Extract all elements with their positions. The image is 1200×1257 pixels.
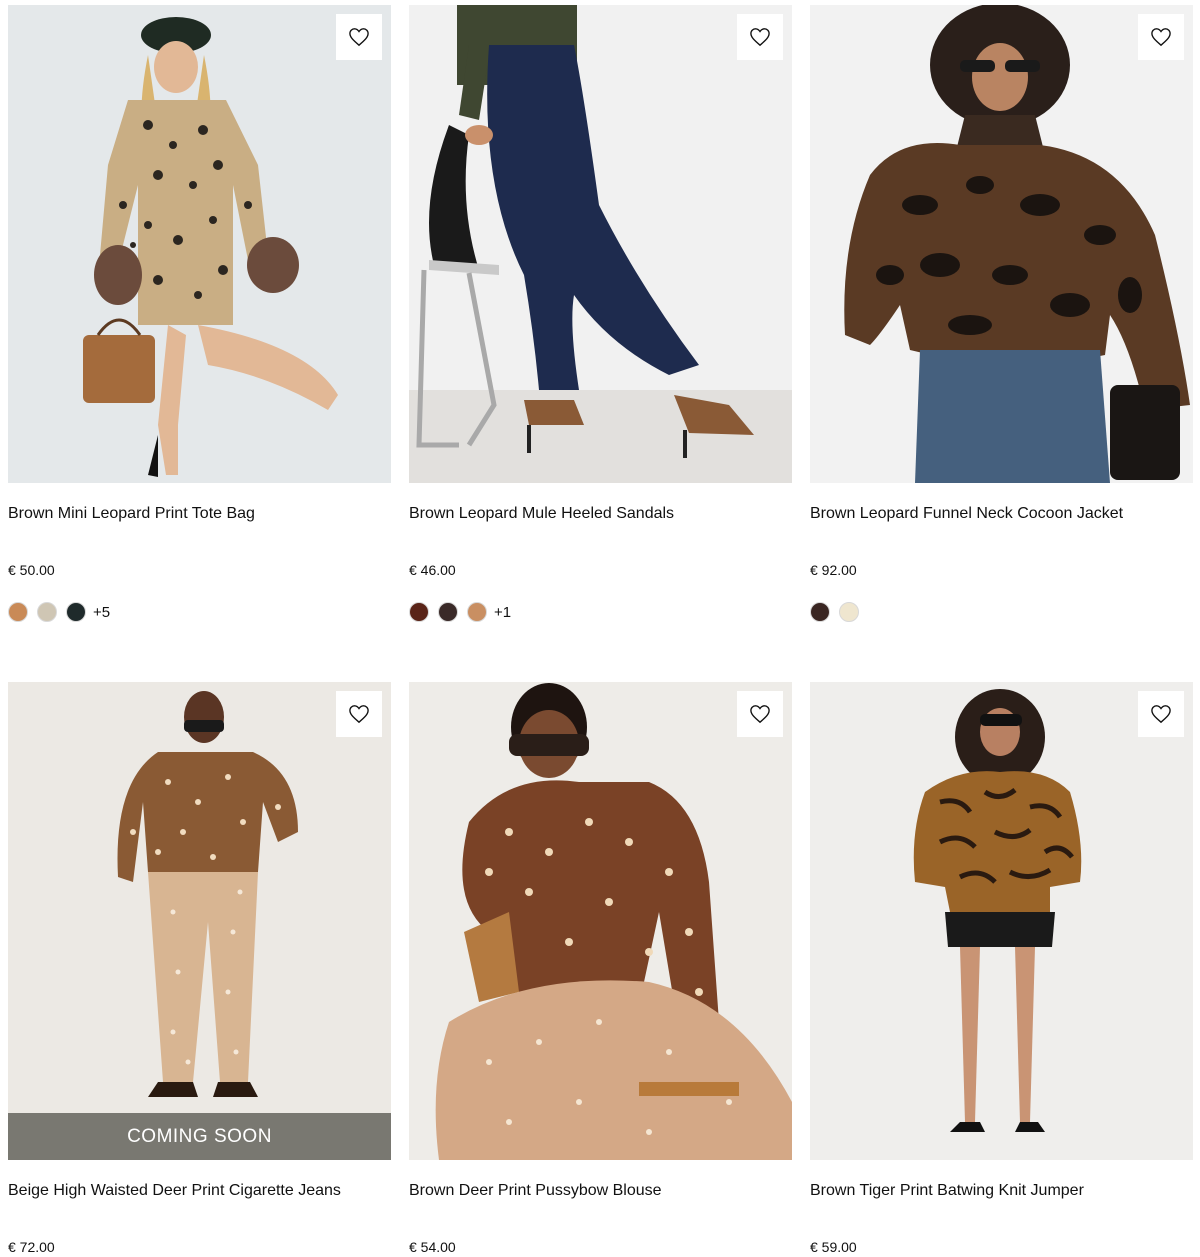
heart-outline-icon <box>349 28 369 47</box>
coming-soon-banner: COMING SOON <box>8 1113 391 1160</box>
product-card[interactable]: Brown Tiger Print Batwing Knit Jumper € … <box>810 682 1193 1256</box>
product-image[interactable] <box>8 5 391 483</box>
wishlist-button[interactable] <box>1138 691 1184 737</box>
product-card[interactable]: Brown Leopard Funnel Neck Cocoon Jacket … <box>810 5 1193 623</box>
product-card[interactable]: Brown Deer Print Pussybow Blouse € 54.00 <box>409 682 792 1256</box>
product-card[interactable]: Brown Mini Leopard Print Tote Bag € 50.0… <box>8 5 391 623</box>
color-swatch[interactable] <box>37 602 57 622</box>
product-card[interactable]: Brown Leopard Mule Heeled Sandals € 46.0… <box>409 5 792 623</box>
product-price: € 54.00 <box>409 1239 456 1255</box>
product-name[interactable]: Brown Tiger Print Batwing Knit Jumper <box>810 1181 1193 1201</box>
color-swatch[interactable] <box>66 602 86 622</box>
product-name[interactable]: Brown Leopard Funnel Neck Cocoon Jacket <box>810 504 1193 524</box>
heart-outline-icon <box>1151 28 1171 47</box>
product-name[interactable]: Brown Leopard Mule Heeled Sandals <box>409 504 792 524</box>
product-name[interactable]: Brown Deer Print Pussybow Blouse <box>409 1181 792 1201</box>
product-photo <box>810 5 1193 483</box>
product-price: € 72.00 <box>8 1239 55 1255</box>
wishlist-button[interactable] <box>737 14 783 60</box>
product-photo <box>409 5 792 483</box>
wishlist-button[interactable] <box>336 691 382 737</box>
product-grid: Brown Mini Leopard Print Tote Bag € 50.0… <box>0 0 1200 1257</box>
product-name[interactable]: Beige High Waisted Deer Print Cigarette … <box>8 1181 391 1201</box>
color-swatch[interactable] <box>467 602 487 622</box>
product-name[interactable]: Brown Mini Leopard Print Tote Bag <box>8 504 391 524</box>
product-price: € 92.00 <box>810 562 857 578</box>
color-swatch[interactable] <box>839 602 859 622</box>
color-swatch[interactable] <box>810 602 830 622</box>
color-swatches <box>810 601 1193 623</box>
color-swatch[interactable] <box>409 602 429 622</box>
product-photo <box>8 5 391 483</box>
product-photo <box>8 682 391 1160</box>
more-colors-link[interactable]: +1 <box>494 604 511 621</box>
wishlist-button[interactable] <box>737 691 783 737</box>
product-photo <box>810 682 1193 1160</box>
product-card[interactable]: COMING SOON Beige High Waisted Deer Prin… <box>8 682 391 1256</box>
product-price: € 59.00 <box>810 1239 857 1255</box>
heart-outline-icon <box>750 705 770 724</box>
product-image[interactable]: COMING SOON <box>8 682 391 1160</box>
color-swatch[interactable] <box>438 602 458 622</box>
heart-outline-icon <box>750 28 770 47</box>
heart-outline-icon <box>1151 705 1171 724</box>
color-swatch[interactable] <box>8 602 28 622</box>
color-swatches: +1 <box>409 601 792 623</box>
product-price: € 50.00 <box>8 562 55 578</box>
product-image[interactable] <box>409 682 792 1160</box>
product-photo <box>409 682 792 1160</box>
color-swatches: +5 <box>8 601 391 623</box>
product-price: € 46.00 <box>409 562 456 578</box>
product-image[interactable] <box>810 5 1193 483</box>
more-colors-link[interactable]: +5 <box>93 604 110 621</box>
wishlist-button[interactable] <box>336 14 382 60</box>
wishlist-button[interactable] <box>1138 14 1184 60</box>
heart-outline-icon <box>349 705 369 724</box>
product-image[interactable] <box>409 5 792 483</box>
product-image[interactable] <box>810 682 1193 1160</box>
